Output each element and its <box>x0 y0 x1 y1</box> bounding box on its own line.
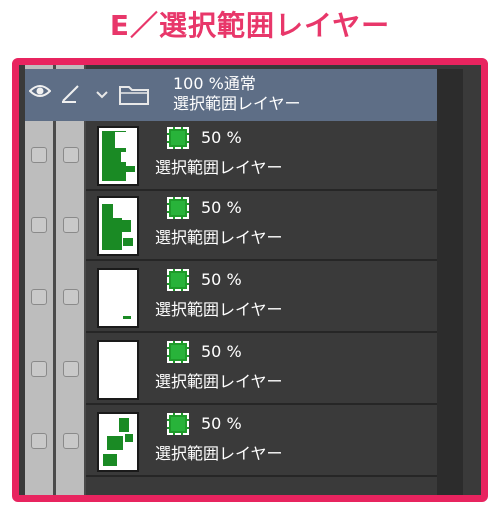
edit-checkbox[interactable] <box>63 289 79 305</box>
layer-opacity: 50 % <box>201 414 242 433</box>
layer-opacity: 50 % <box>201 342 242 361</box>
selection-mask-icon <box>167 127 189 149</box>
scrollbar-track[interactable] <box>437 69 463 495</box>
eye-icon[interactable] <box>28 83 52 105</box>
folder-name: 選択範囲レイヤー <box>173 94 301 113</box>
layer-thumbnail <box>97 196 139 256</box>
layer-row[interactable]: 50 % 選択範囲レイヤー <box>25 121 437 191</box>
selection-mask-icon <box>167 197 189 219</box>
visibility-checkbox[interactable] <box>31 217 47 233</box>
visibility-checkbox[interactable] <box>31 289 47 305</box>
layer-name: 選択範囲レイヤー <box>155 300 283 319</box>
layer-name: 選択範囲レイヤー <box>155 372 283 391</box>
layer-opacity: 50 % <box>201 270 242 289</box>
layer-name: 選択範囲レイヤー <box>155 444 283 463</box>
layer-thumbnail <box>97 268 139 328</box>
visibility-checkbox[interactable] <box>31 433 47 449</box>
layer-row[interactable]: 50 % 選択範囲レイヤー <box>25 335 437 405</box>
chevron-down-icon[interactable] <box>93 85 111 103</box>
visibility-checkbox[interactable] <box>31 361 47 377</box>
layer-row[interactable]: 50 % 選択範囲レイヤー <box>25 407 437 477</box>
layer-row[interactable]: 50 % 選択範囲レイヤー <box>25 191 437 261</box>
layer-panel: 100 %通常 選択範囲レイヤー 50 % 選択範囲レイヤー 50 % 選択範囲… <box>12 58 488 502</box>
layer-thumbnail <box>97 340 139 400</box>
edit-checkbox[interactable] <box>63 217 79 233</box>
layer-name: 選択範囲レイヤー <box>155 158 283 177</box>
layer-row[interactable]: 50 % 選択範囲レイヤー <box>25 263 437 333</box>
layer-thumbnail <box>97 126 139 186</box>
layer-folder-row[interactable]: 100 %通常 選択範囲レイヤー <box>25 69 437 121</box>
edit-checkbox[interactable] <box>63 147 79 163</box>
layer-name: 選択範囲レイヤー <box>155 228 283 247</box>
pen-icon[interactable] <box>59 83 83 105</box>
selection-mask-icon <box>167 413 189 435</box>
visibility-checkbox[interactable] <box>31 147 47 163</box>
folder-icon <box>119 83 149 105</box>
selection-mask-icon <box>167 269 189 291</box>
page-title: E／選択範囲レイヤー <box>109 9 391 42</box>
folder-opacity-blend: 100 %通常 <box>173 74 256 93</box>
selection-mask-icon <box>167 341 189 363</box>
edit-checkbox[interactable] <box>63 433 79 449</box>
layer-opacity: 50 % <box>201 128 242 147</box>
edit-checkbox[interactable] <box>63 361 79 377</box>
layer-opacity: 50 % <box>201 198 242 217</box>
layer-thumbnail <box>97 412 139 472</box>
